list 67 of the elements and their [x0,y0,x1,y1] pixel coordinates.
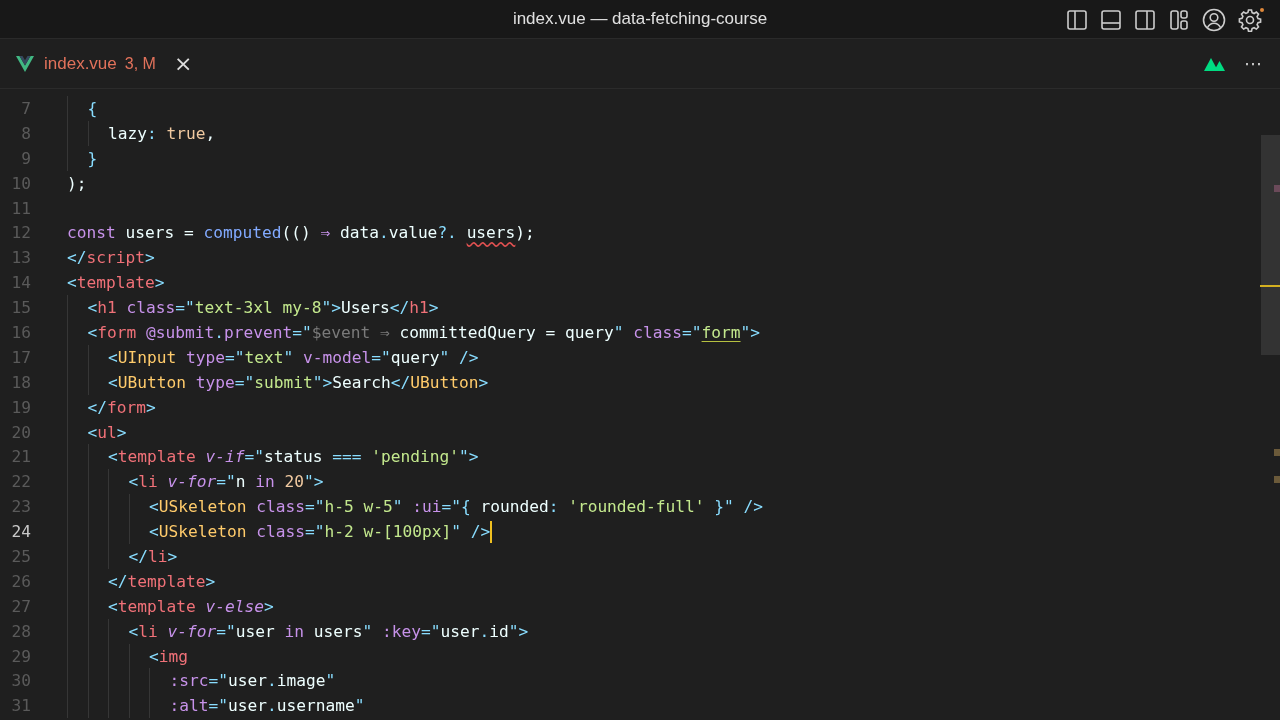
vue-logo-icon [16,55,34,72]
line-number: 20 [10,422,32,442]
code-line: <USkeleton class="h-2 w-[100px]" /> [149,521,491,544]
code-line: <form @submit.prevent="$event ⇒ committedQuery = query" class="form"> [87,321,761,344]
code-line: </li> [128,545,178,568]
panel-icon[interactable] [1100,9,1122,31]
text-cursor [490,520,493,543]
code-line: <ul> [87,421,127,444]
line-number: 12 [10,223,32,243]
code-line: <template> [67,272,165,295]
layout-icon[interactable] [1168,9,1190,31]
primary-sidebar-icon[interactable] [1066,9,1088,31]
line-number: 7 [20,98,32,118]
scrollbar-marker [1274,449,1280,456]
scrollbar-thumb[interactable] [1261,135,1280,355]
line-number: 23 [10,497,32,517]
code-line: <UInput type="text" v-model="query" /> [108,346,479,369]
code-line: <UButton type="submit">Search</UButton> [108,371,489,394]
line-number: 29 [10,646,32,666]
line-number: 22 [10,472,32,492]
code-line: </form> [87,396,156,419]
line-number: 21 [10,447,32,467]
secondary-sidebar-icon[interactable] [1134,9,1156,31]
code-line: <li v-for="user in users" :key="user.id"> [128,620,529,643]
tab-status-text: 3, M [124,54,156,73]
code-line: <img [149,645,188,668]
line-number: 19 [10,397,32,417]
line-number: 13 [10,248,32,268]
settings-icon[interactable] [1238,7,1264,33]
code-line: <template v-if="status === 'pending'"> [108,446,479,469]
code-line: <h1 class="text-3xl my-8">Users</h1> [87,297,439,320]
line-number: 9 [20,148,32,168]
line-number: 17 [10,347,32,367]
account-icon[interactable] [1202,8,1226,32]
code-line: :src="user.image" [169,670,336,693]
code-line: </script> [67,247,155,270]
code-line: lazy: true, [108,122,216,145]
line-number: 14 [10,273,32,293]
line-number: 15 [10,298,32,318]
scrollbar-marker [1274,185,1280,192]
line-number: 25 [10,546,32,566]
line-number: 31 [10,696,32,716]
line-number: 28 [10,621,32,641]
code-line: <USkeleton class="h-5 w-5" :ui="{ rounded: 'rounded-full' }" /> [149,496,764,519]
code-line: ); [67,172,87,195]
line-number: 8 [20,123,32,143]
code-line: { [87,97,98,120]
close-button[interactable]: × [169,52,197,75]
tab-filename: index.vue [44,53,117,74]
line-number: 26 [10,571,32,591]
line-number: 10 [10,173,32,193]
code-line: </template> [108,570,216,593]
scrollbar-marker [1274,476,1280,483]
line-number: 30 [10,671,32,691]
line-number: 27 [10,596,32,616]
cursor-position-marker [1260,285,1280,287]
code-line: :alt="user.username" [169,695,365,718]
code-line: <template v-else> [108,595,274,618]
line-number: 18 [10,372,32,392]
code-line: } [87,147,98,170]
line-number: 16 [10,322,32,342]
window-title: index.vue — data-fetching-course [512,9,768,29]
more-actions-button[interactable]: ⋯ [1244,53,1262,74]
code-line: const users = computed(() ⇒ data.value?. users); [67,222,535,245]
code-line: <li v-for="n in 20"> [128,471,324,494]
line-number: 11 [10,198,32,218]
line-number: 24 [10,522,32,542]
